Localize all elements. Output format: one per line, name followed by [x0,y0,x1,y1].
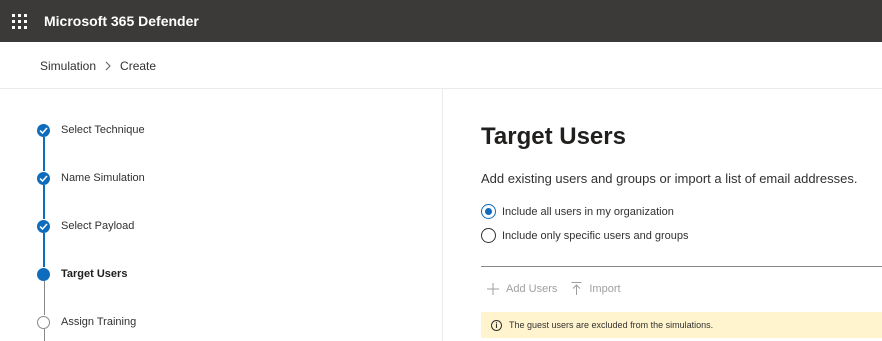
notice-text: The guest users are excluded from the si… [509,320,714,330]
top-bar: Microsoft 365 Defender [0,0,882,42]
add-users-button[interactable]: Add Users [487,282,558,295]
app-launcher-icon[interactable] [10,12,28,30]
import-label: Import [589,282,621,295]
section-divider [481,266,882,267]
page-description: Add existing users and groups or import … [481,171,858,186]
step-label: Name Simulation [61,172,145,184]
add-users-label: Add Users [506,282,558,295]
upload-icon [571,282,582,295]
checkmark-icon [37,171,50,185]
step-label: Select Technique [61,124,145,136]
radio-label: Include only specific users and groups [502,229,689,242]
step-connector [43,137,45,171]
step-connector [43,185,45,219]
step-connector [43,233,45,267]
target-users-panel: Target Users Add existing users and grou… [443,89,882,341]
radio-all-users[interactable]: Include all users in my organization [481,204,674,219]
radio-label: Include all users in my organization [502,205,674,218]
breadcrumb-simulation[interactable]: Simulation [40,59,96,73]
guest-users-notice: i The guest users are excluded from the … [481,312,882,338]
breadcrumb-create: Create [120,59,157,73]
wizard-step-target-users[interactable]: Target Users [37,266,127,282]
radio-unselected-icon[interactable] [481,228,496,243]
chevron-right-icon [105,61,111,71]
wizard-step-select-payload[interactable]: Select Payload [37,218,134,234]
radio-selected-icon[interactable] [481,204,496,219]
step-connector [43,329,45,341]
radio-specific-users[interactable]: Include only specific users and groups [481,228,689,243]
command-bar: Add Users Import [487,282,635,295]
page-title: Target Users [481,123,626,150]
import-button[interactable]: Import [571,282,621,295]
step-connector [43,281,45,315]
wizard-step-select-technique[interactable]: Select Technique [37,122,145,138]
breadcrumb: Simulation Create [40,58,156,74]
wizard-step-name-simulation[interactable]: Name Simulation [37,170,145,186]
app-title[interactable]: Microsoft 365 Defender [44,13,199,29]
wizard-step-assign-training[interactable]: Assign Training [37,314,136,330]
step-label: Target Users [61,268,128,280]
checkmark-icon [37,123,50,137]
checkmark-icon [37,219,50,233]
info-icon: i [491,319,502,331]
step-label: Assign Training [61,316,137,328]
step-label: Select Payload [61,220,135,232]
current-step-icon [37,267,50,281]
pending-step-icon [37,315,50,329]
plus-icon [487,282,499,295]
